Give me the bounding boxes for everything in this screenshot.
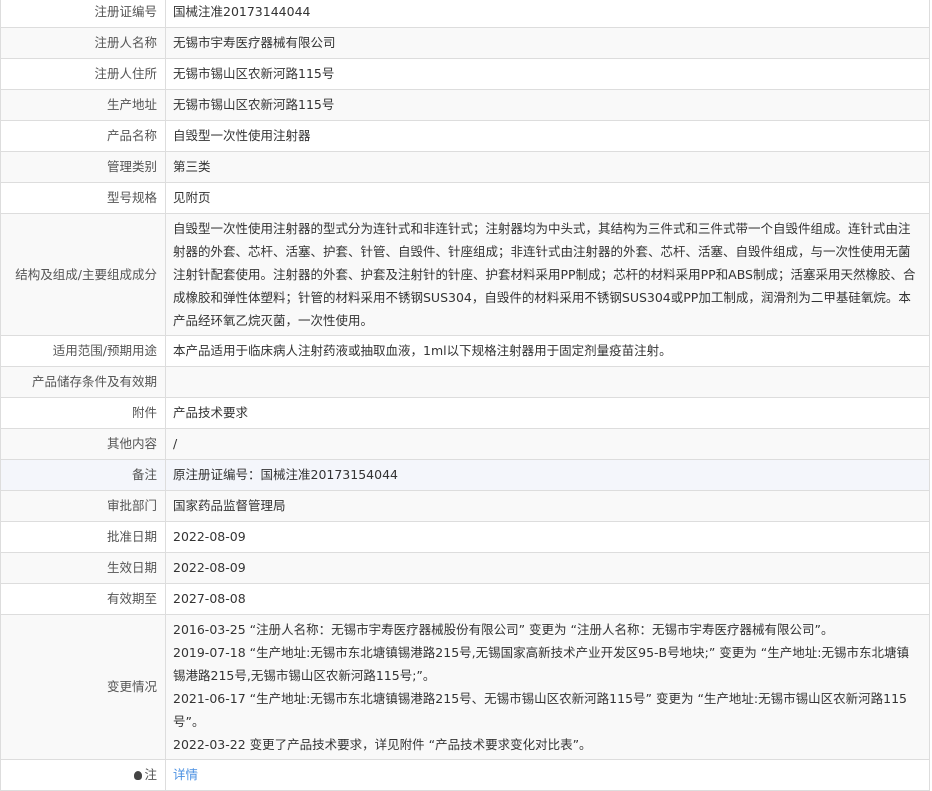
field-value: 国家药品监督管理局 (165, 490, 930, 522)
table-row: 有效期至 2027-08-08 (0, 583, 930, 615)
note-label-cell: 注 (0, 759, 166, 791)
field-label: 注册人住所 (0, 58, 166, 90)
note-label: 注 (144, 767, 157, 782)
field-value: 2027-08-08 (165, 583, 930, 615)
field-label: 审批部门 (0, 490, 166, 522)
table-row: 批准日期 2022-08-09 (0, 521, 930, 553)
field-label: 有效期至 (0, 583, 166, 615)
field-label: 注册人名称 (0, 27, 166, 59)
change-item: 2022-03-22 变更了产品技术要求，详见附件 “产品技术要求变化对比表”。 (173, 737, 592, 752)
table-row: 产品储存条件及有效期 (0, 366, 930, 398)
field-label: 型号规格 (0, 182, 166, 214)
table-row: 生产地址 无锡市锡山区农新河路115号 (0, 89, 930, 121)
field-value: 产品技术要求 (165, 397, 930, 429)
lightbulb-icon (134, 771, 143, 780)
table-row: 结构及组成/主要组成成分 自毁型一次性使用注射器的型式分为连针式和非连针式；注射器… (0, 213, 930, 336)
table-row: 附件 产品技术要求 (0, 397, 930, 429)
table-row: 型号规格 见附页 (0, 182, 930, 214)
field-label: 附件 (0, 397, 166, 429)
field-label: 注册证编号 (0, 0, 166, 28)
field-value: 本产品适用于临床病人注射药液或抽取血液，1ml以下规格注射器用于固定剂量疫苗注射… (165, 335, 930, 367)
note-row: 注 详情 (0, 759, 930, 791)
field-label: 批准日期 (0, 521, 166, 553)
change-history-row: 变更情况 2016-03-25 “注册人名称：无锡市宇寿医疗器械股份有限公司” 变… (0, 614, 930, 760)
field-value: 无锡市锡山区农新河路115号 (165, 89, 930, 121)
field-value: 自毁型一次性使用注射器的型式分为连针式和非连针式；注射器均为中头式，其结构为三件… (165, 213, 930, 336)
change-item: 2016-03-25 “注册人名称：无锡市宇寿医疗器械股份有限公司” 变更为 “… (173, 622, 834, 637)
field-label: 变更情况 (0, 614, 166, 760)
field-label: 其他内容 (0, 428, 166, 460)
field-label: 适用范围/预期用途 (0, 335, 166, 367)
change-item: 2021-06-17 “生产地址:无锡市东北塘镇锡港路215号、无锡市锡山区农新… (173, 691, 907, 729)
table-row: 备注 原注册证编号：国械注准20173154044 (0, 459, 930, 491)
table-row: 注册人住所 无锡市锡山区农新河路115号 (0, 58, 930, 90)
table-row: 注册证编号 国械注准20173144044 (0, 0, 930, 28)
table-row: 适用范围/预期用途 本产品适用于临床病人注射药液或抽取血液，1ml以下规格注射器用… (0, 335, 930, 367)
field-value: 国械注准20173144044 (165, 0, 930, 28)
change-history: 2016-03-25 “注册人名称：无锡市宇寿医疗器械股份有限公司” 变更为 “… (165, 614, 930, 760)
table-row: 产品名称 自毁型一次性使用注射器 (0, 120, 930, 152)
field-label: 备注 (0, 459, 166, 491)
field-value: 无锡市宇寿医疗器械有限公司 (165, 27, 930, 59)
table-row: 管理类别 第三类 (0, 151, 930, 183)
change-item: 2019-07-18 “生产地址:无锡市东北塘镇锡港路215号,无锡国家高新技术… (173, 645, 909, 683)
registration-detail-table: 注册证编号 国械注准20173144044 注册人名称 无锡市宇寿医疗器械有限公司 注册… (0, 0, 930, 791)
field-label: 结构及组成/主要组成成分 (0, 213, 166, 336)
table-row: 注册人名称 无锡市宇寿医疗器械有限公司 (0, 27, 930, 59)
table-row: 生效日期 2022-08-09 (0, 552, 930, 584)
field-label: 产品储存条件及有效期 (0, 366, 166, 398)
field-label: 产品名称 (0, 120, 166, 152)
field-value (165, 366, 930, 398)
field-value: 见附页 (165, 182, 930, 214)
field-value: 无锡市锡山区农新河路115号 (165, 58, 930, 90)
table-row: 审批部门 国家药品监督管理局 (0, 490, 930, 522)
field-label: 生产地址 (0, 89, 166, 121)
field-value: 2022-08-09 (165, 552, 930, 584)
field-value: 原注册证编号：国械注准20173154044 (165, 459, 930, 491)
field-label: 生效日期 (0, 552, 166, 584)
details-link[interactable]: 详情 (173, 767, 198, 782)
field-value: 第三类 (165, 151, 930, 183)
field-value: / (165, 428, 930, 460)
table-row: 其他内容 / (0, 428, 930, 460)
field-label: 管理类别 (0, 151, 166, 183)
field-value: 自毁型一次性使用注射器 (165, 120, 930, 152)
field-value: 2022-08-09 (165, 521, 930, 553)
